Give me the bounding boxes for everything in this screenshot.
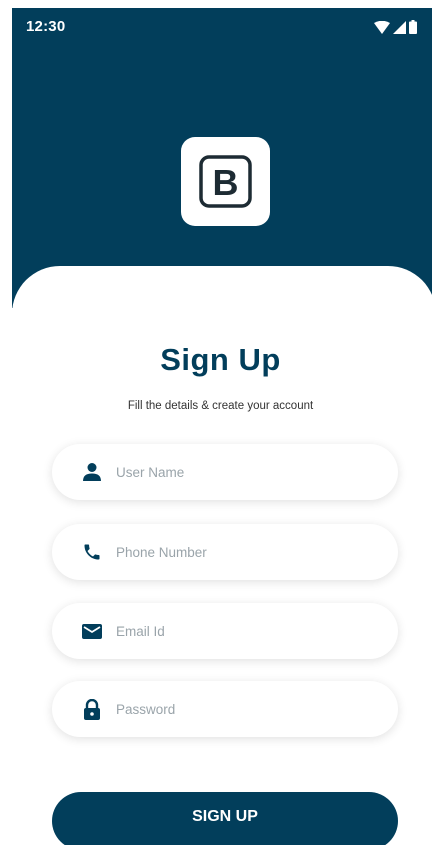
person-icon [82, 462, 102, 482]
email-input[interactable] [116, 603, 376, 659]
battery-icon [409, 20, 417, 34]
phone-field[interactable] [52, 524, 398, 580]
username-field[interactable] [52, 444, 398, 500]
logo-letter: B [213, 162, 239, 203]
email-field[interactable] [52, 603, 398, 659]
page-subtitle: Fill the details & create your account [127, 400, 314, 412]
password-field[interactable] [52, 681, 398, 737]
app-screen: 12:30 B Sign Up Fill the details & creat… [0, 0, 441, 845]
app-logo: B [181, 137, 270, 226]
phone-input[interactable] [116, 524, 376, 580]
wifi-icon [374, 20, 390, 34]
mail-icon [82, 621, 102, 641]
status-icons [374, 20, 417, 34]
signal-icon [393, 20, 406, 34]
password-input[interactable] [116, 681, 376, 737]
username-input[interactable] [116, 444, 376, 500]
phone-icon [82, 542, 102, 562]
status-time: 12:30 [26, 18, 66, 35]
lock-icon [82, 699, 102, 720]
signup-button[interactable]: SIGN UP [52, 792, 398, 845]
page-title: Sign Up [160, 342, 281, 377]
